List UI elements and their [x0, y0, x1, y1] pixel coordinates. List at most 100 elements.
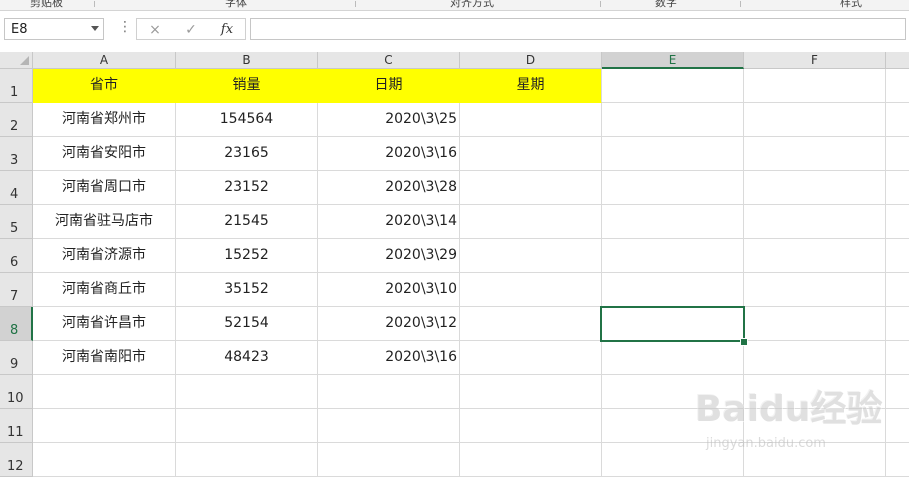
cell-g9[interactable] — [886, 341, 909, 375]
row-header-6[interactable]: 6 — [0, 239, 33, 273]
cell-a10[interactable] — [33, 375, 176, 409]
name-box-value[interactable]: E8 — [11, 22, 28, 37]
ribbon-launcher-font[interactable] — [355, 1, 356, 7]
ribbon-launcher-number[interactable] — [740, 1, 741, 7]
cell-e10[interactable] — [602, 375, 744, 409]
cell-a5[interactable]: 河南省驻马店市 — [33, 205, 176, 239]
cell-e7[interactable] — [602, 273, 744, 307]
cell-g4[interactable] — [886, 171, 909, 205]
formula-input[interactable] — [250, 18, 906, 40]
column-header-c[interactable]: C — [318, 52, 460, 69]
chevron-down-icon[interactable] — [91, 26, 99, 31]
row-header-4[interactable]: 4 — [0, 171, 33, 205]
column-header-b[interactable]: B — [176, 52, 318, 69]
row-header-10[interactable]: 10 — [0, 375, 33, 409]
cell-a4[interactable]: 河南省周口市 — [33, 171, 176, 205]
cell-a8[interactable]: 河南省许昌市 — [33, 307, 176, 341]
row-header-1[interactable]: 1 — [0, 69, 33, 103]
column-header-a[interactable]: A — [33, 52, 176, 69]
cell-e11[interactable] — [602, 409, 744, 443]
cell-f7[interactable] — [744, 273, 886, 307]
fill-handle[interactable] — [740, 338, 748, 346]
cell-d12[interactable] — [460, 443, 602, 477]
column-header-g[interactable] — [886, 52, 909, 69]
cell-c11[interactable] — [318, 409, 460, 443]
cell-e1[interactable] — [602, 69, 744, 103]
ribbon-launcher-alignment[interactable] — [600, 1, 601, 7]
cell-e2[interactable] — [602, 103, 744, 137]
row-header-11[interactable]: 11 — [0, 409, 33, 443]
cell-d11[interactable] — [460, 409, 602, 443]
cell-c10[interactable] — [318, 375, 460, 409]
cell-a2[interactable]: 河南省郑州市 — [33, 103, 176, 137]
cell-g7[interactable] — [886, 273, 909, 307]
cell-f2[interactable] — [744, 103, 886, 137]
cell-c3[interactable]: 2020\3\16 — [318, 137, 460, 171]
cell-b11[interactable] — [176, 409, 318, 443]
cell-b3[interactable]: 23165 — [176, 137, 318, 171]
cell-e9[interactable] — [602, 341, 744, 375]
cell-g10[interactable] — [886, 375, 909, 409]
cell-d2[interactable] — [460, 103, 602, 137]
cell-b9[interactable]: 48423 — [176, 341, 318, 375]
cell-g11[interactable] — [886, 409, 909, 443]
cell-b6[interactable]: 15252 — [176, 239, 318, 273]
cell-c9[interactable]: 2020\3\16 — [318, 341, 460, 375]
row-header-12[interactable]: 12 — [0, 443, 33, 477]
cell-c4[interactable]: 2020\3\28 — [318, 171, 460, 205]
cell-f3[interactable] — [744, 137, 886, 171]
cell-f11[interactable] — [744, 409, 886, 443]
cell-d9[interactable] — [460, 341, 602, 375]
cell-a3[interactable]: 河南省安阳市 — [33, 137, 176, 171]
name-box[interactable]: E8 — [4, 18, 104, 40]
cell-a6[interactable]: 河南省济源市 — [33, 239, 176, 273]
cell-b2[interactable]: 154564 — [176, 103, 318, 137]
row-header-5[interactable]: 5 — [0, 205, 33, 239]
cell-e12[interactable] — [602, 443, 744, 477]
cell-d1[interactable]: 星期 — [460, 69, 602, 103]
ribbon-launcher-clipboard[interactable] — [94, 1, 95, 7]
cell-g12[interactable] — [886, 443, 909, 477]
cell-f4[interactable] — [744, 171, 886, 205]
row-header-2[interactable]: 2 — [0, 103, 33, 137]
cell-b7[interactable]: 35152 — [176, 273, 318, 307]
cell-c5[interactable]: 2020\3\14 — [318, 205, 460, 239]
select-all-button[interactable] — [0, 52, 33, 69]
row-header-8[interactable]: 8 — [0, 307, 33, 341]
cell-d10[interactable] — [460, 375, 602, 409]
row-header-9[interactable]: 9 — [0, 341, 33, 375]
cell-d8[interactable] — [460, 307, 602, 341]
cell-g3[interactable] — [886, 137, 909, 171]
cell-e6[interactable] — [602, 239, 744, 273]
cell-g5[interactable] — [886, 205, 909, 239]
cell-d4[interactable] — [460, 171, 602, 205]
cell-b8[interactable]: 52154 — [176, 307, 318, 341]
cell-d3[interactable] — [460, 137, 602, 171]
cell-d6[interactable] — [460, 239, 602, 273]
cell-d7[interactable] — [460, 273, 602, 307]
cell-b1[interactable]: 销量 — [176, 69, 318, 103]
cell-a9[interactable]: 河南省南阳市 — [33, 341, 176, 375]
column-header-d[interactable]: D — [460, 52, 602, 69]
row-header-3[interactable]: 3 — [0, 137, 33, 171]
cell-c6[interactable]: 2020\3\29 — [318, 239, 460, 273]
row-header-7[interactable]: 7 — [0, 273, 33, 307]
cell-b10[interactable] — [176, 375, 318, 409]
cancel-icon[interactable]: × — [143, 20, 167, 40]
cell-a7[interactable]: 河南省商丘市 — [33, 273, 176, 307]
cell-b4[interactable]: 23152 — [176, 171, 318, 205]
cell-f12[interactable] — [744, 443, 886, 477]
cell-c1[interactable]: 日期 — [318, 69, 460, 103]
cell-f1[interactable] — [744, 69, 886, 103]
column-header-e[interactable]: E — [602, 52, 744, 69]
insert-function-icon[interactable]: fx — [215, 20, 239, 40]
cell-f10[interactable] — [744, 375, 886, 409]
enter-icon[interactable]: ✓ — [179, 20, 203, 40]
cell-g6[interactable] — [886, 239, 909, 273]
cell-a12[interactable] — [33, 443, 176, 477]
cell-b12[interactable] — [176, 443, 318, 477]
cell-a1[interactable]: 省市 — [33, 69, 176, 103]
cell-f5[interactable] — [744, 205, 886, 239]
cell-e4[interactable] — [602, 171, 744, 205]
cell-g2[interactable] — [886, 103, 909, 137]
